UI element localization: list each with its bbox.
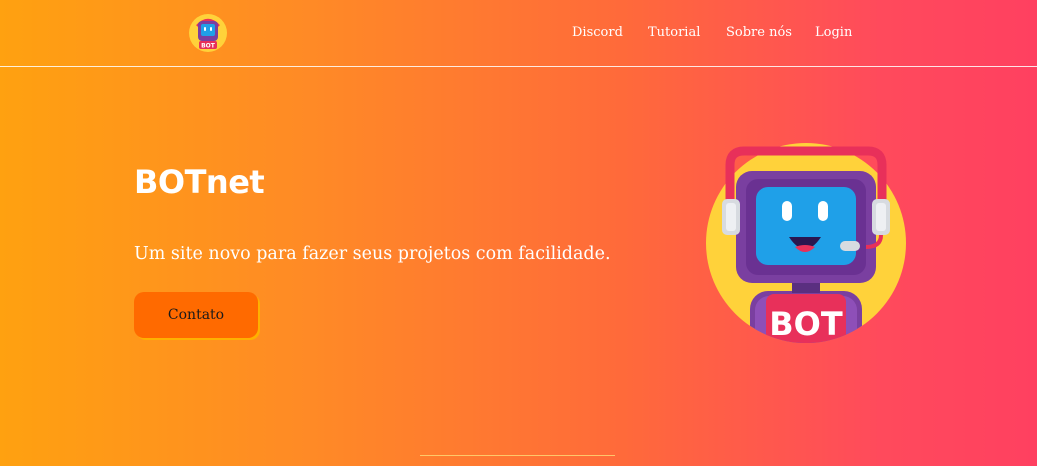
nav-link-login[interactable]: Login: [815, 25, 855, 41]
bottom-divider: [420, 455, 615, 456]
nav-link-sobre-nos[interactable]: Sobre nós: [726, 25, 815, 41]
nav-link-discord[interactable]: Discord: [572, 25, 648, 41]
logo-label: BOT: [201, 43, 216, 50]
hero-title: BOTnet: [134, 163, 265, 201]
microphone: [840, 241, 860, 251]
contact-button[interactable]: Contato: [134, 292, 258, 338]
nav-link-tutorial[interactable]: Tutorial: [648, 25, 726, 41]
hero-subtitle: Um site novo para fazer seus projetos co…: [134, 244, 611, 264]
bot-illustration: BOT: [706, 143, 906, 343]
top-navbar: BOT Discord Tutorial Sobre nós Login: [0, 0, 1037, 67]
bot-screen: [756, 187, 856, 265]
bot-badge-label: BOT: [769, 305, 843, 343]
bot-logo-icon[interactable]: BOT: [188, 13, 228, 53]
main-nav: Discord Tutorial Sobre nós Login: [572, 25, 855, 41]
